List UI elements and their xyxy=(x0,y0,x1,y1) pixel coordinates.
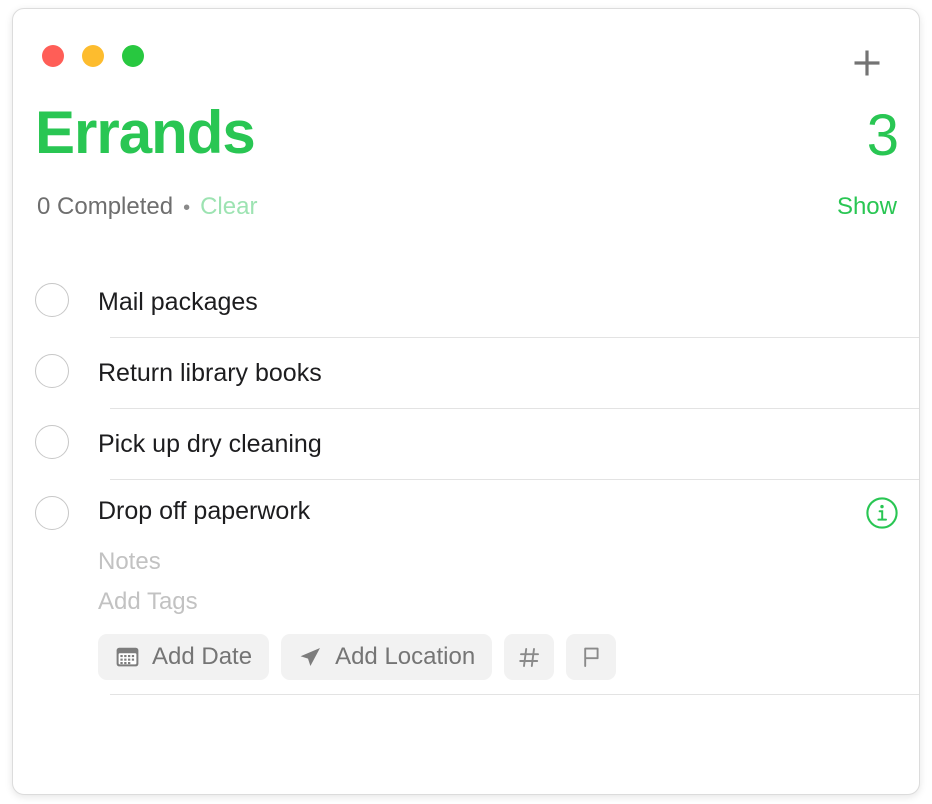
reminder-count: 3 xyxy=(866,103,899,168)
reminder-checkbox[interactable] xyxy=(35,283,69,317)
row-divider xyxy=(110,694,919,695)
hashtag-icon xyxy=(518,646,541,669)
calendar-icon xyxy=(115,645,140,669)
clear-completed-button[interactable]: Clear xyxy=(200,193,257,221)
add-date-button[interactable]: Add Date xyxy=(98,634,270,680)
close-window-button[interactable] xyxy=(42,45,64,67)
traffic-light-controls xyxy=(42,45,144,67)
reminders-window: Errands 3 0 Completed • Clear Show Mail … xyxy=(12,8,920,795)
add-location-button[interactable]: Add Location xyxy=(281,634,493,680)
reminder-checkbox[interactable] xyxy=(35,425,69,459)
list-item: Mail packages xyxy=(13,267,919,338)
location-arrow-icon xyxy=(298,645,323,669)
show-completed-button[interactable]: Show xyxy=(837,193,897,221)
reminder-checkbox[interactable] xyxy=(35,496,69,530)
add-location-label: Add Location xyxy=(335,643,476,670)
reminder-action-chips: Add Date Add Location xyxy=(98,634,865,680)
meta-separator-dot: • xyxy=(183,197,191,219)
flag-icon xyxy=(580,645,603,669)
list-item: Pick up dry cleaning xyxy=(13,409,919,480)
reminder-title[interactable]: Pick up dry cleaning xyxy=(98,409,919,479)
minimize-window-button[interactable] xyxy=(82,45,104,67)
reminder-checkbox[interactable] xyxy=(35,354,69,388)
reminder-info-button[interactable] xyxy=(865,496,899,530)
completed-group: 0 Completed • Clear xyxy=(37,193,257,221)
list-item: Return library books xyxy=(13,338,919,409)
notes-field[interactable]: Notes xyxy=(98,542,865,582)
add-date-label: Add Date xyxy=(152,643,253,670)
reminder-title[interactable]: Mail packages xyxy=(98,267,919,337)
list-item-expanded: Drop off paperwork Notes Add Tags Add Da… xyxy=(13,480,919,695)
completed-count-label: 0 Completed xyxy=(37,193,174,220)
add-tag-button[interactable] xyxy=(504,634,555,680)
info-circle-icon xyxy=(865,496,899,530)
reminder-list: Mail packages Return library books Pick … xyxy=(13,267,919,695)
maximize-window-button[interactable] xyxy=(122,45,144,67)
tags-field[interactable]: Add Tags xyxy=(98,582,865,622)
add-reminder-button[interactable] xyxy=(843,39,891,87)
plus-icon xyxy=(850,46,884,80)
list-header: Errands 3 xyxy=(13,97,919,193)
reminder-title[interactable]: Return library books xyxy=(98,338,919,408)
window-titlebar xyxy=(13,9,919,97)
page-title: Errands xyxy=(35,99,256,166)
reminder-title[interactable]: Drop off paperwork xyxy=(98,480,865,542)
list-meta-row: 0 Completed • Clear Show xyxy=(13,193,919,247)
flag-button[interactable] xyxy=(566,634,617,680)
